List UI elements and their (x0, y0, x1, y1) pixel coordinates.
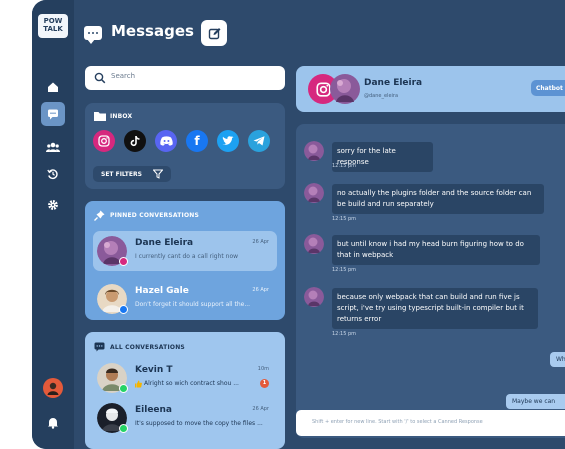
message-preview: It's supposed to move the copy the files… (135, 420, 263, 427)
whatsapp-badge-icon (119, 424, 128, 433)
thumbs-up-icon (135, 380, 142, 388)
facebook-icon[interactable]: f (186, 130, 208, 152)
filter-icon (153, 169, 163, 179)
conversation-item[interactable]: Dane Eleira 26 Apr I currently cant do a… (93, 231, 277, 271)
outgoing-message: Maybe we can (506, 394, 565, 409)
sender-avatar (304, 287, 324, 307)
sender-avatar (304, 141, 324, 161)
app-window: POW TALK Messages Search INBOX f SET FIL… (32, 0, 565, 449)
message-preview: Don't forget it should support all the..… (135, 301, 251, 308)
chatbot-toggle-button[interactable]: Chatbot E (531, 80, 565, 96)
instagram-badge-icon (119, 257, 128, 266)
chat-thread: sorry for the late response 12:15 pm no … (296, 124, 565, 438)
logo-text-bottom: TALK (43, 25, 63, 33)
compose-button[interactable] (201, 20, 227, 46)
message-preview: Alright so wich contract shou ... (144, 380, 239, 387)
contact-handle: @dane_eleira (364, 93, 399, 99)
sender-avatar (304, 183, 324, 203)
message-input-placeholder: Shift + enter for new line. Start with '… (312, 419, 483, 425)
search-placeholder: Search (111, 72, 136, 80)
messages-icon[interactable] (41, 102, 65, 126)
profile-avatar[interactable] (41, 376, 65, 400)
logo-text-top: POW (43, 17, 63, 25)
folder-icon (94, 112, 106, 121)
message-timestamp: 12:15 pm (332, 331, 357, 337)
message-bubble: but until know i had my head burn figuri… (332, 235, 540, 265)
messages-title-icon (84, 26, 102, 44)
message-timestamp: 12:15 pm (332, 216, 357, 222)
search-input[interactable]: Search (85, 66, 285, 90)
message-bubble: no actually the plugins folder and the s… (332, 184, 544, 214)
page-title: Messages (111, 22, 194, 40)
facebook-badge-icon (119, 305, 128, 314)
chat-icon (94, 342, 105, 352)
message-timestamp: 12:15 pm (332, 163, 357, 169)
instagram-icon[interactable] (93, 130, 115, 152)
all-conversations-label: ALL CONVERSATIONS (110, 344, 185, 351)
history-icon[interactable] (41, 162, 65, 186)
edit-icon (208, 27, 220, 39)
settings-icon[interactable] (41, 193, 65, 217)
discord-icon[interactable] (155, 130, 177, 152)
contact-name: Dane Eleira (135, 238, 194, 248)
message-time: 26 Apr (252, 239, 269, 245)
pin-icon (94, 210, 105, 221)
whatsapp-badge-icon (119, 384, 128, 393)
inbox-label: INBOX (110, 113, 133, 120)
outgoing-message: Wh (550, 352, 565, 367)
pinned-conversations-card: PINNED CONVERSATIONS Dane Eleira 26 Apr … (85, 201, 285, 320)
conversation-item[interactable]: Eileena 26 Apr It's supposed to move the… (93, 398, 277, 438)
app-logo[interactable]: POW TALK (38, 14, 68, 38)
tiktok-icon[interactable] (124, 130, 146, 152)
telegram-icon[interactable] (248, 130, 270, 152)
set-filters-label: SET FILTERS (101, 171, 142, 178)
message-timestamp: 12:15 pm (332, 267, 357, 273)
all-conversations-card: ALL CONVERSATIONS Kevin T 10m Alright so… (85, 332, 285, 449)
search-icon (94, 72, 106, 84)
message-bubble: because only webpack that can build and … (332, 288, 538, 329)
chat-header: Dane Eleira @dane_eleira Chatbot E (296, 66, 565, 112)
contact-avatar[interactable] (330, 74, 360, 104)
home-icon[interactable] (41, 75, 65, 99)
nav-rail: POW TALK (32, 0, 74, 449)
conversation-item[interactable]: Kevin T 10m Alright so wich contract sho… (93, 358, 277, 398)
contact-name: Eileena (135, 405, 173, 415)
conversation-item[interactable]: Hazel Gale 26 Apr Don't forget it should… (93, 279, 277, 319)
message-time: 26 Apr (252, 406, 269, 412)
twitter-icon[interactable] (217, 130, 239, 152)
bell-icon[interactable] (41, 410, 65, 434)
users-icon[interactable] (41, 135, 65, 159)
contact-name: Hazel Gale (135, 286, 189, 296)
message-time: 10m (257, 366, 269, 372)
contact-name: Kevin T (135, 365, 173, 375)
set-filters-button[interactable]: SET FILTERS (93, 166, 171, 182)
contact-name: Dane Eleira (364, 78, 423, 88)
message-time: 26 Apr (252, 287, 269, 293)
sender-avatar (304, 234, 324, 254)
message-input[interactable]: Shift + enter for new line. Start with '… (296, 410, 565, 436)
unread-badge: 1 (260, 379, 269, 388)
inbox-card: INBOX f SET FILTERS (85, 103, 285, 189)
message-preview: I currently cant do a call right now (135, 253, 239, 260)
pinned-label: PINNED CONVERSATIONS (110, 212, 199, 219)
